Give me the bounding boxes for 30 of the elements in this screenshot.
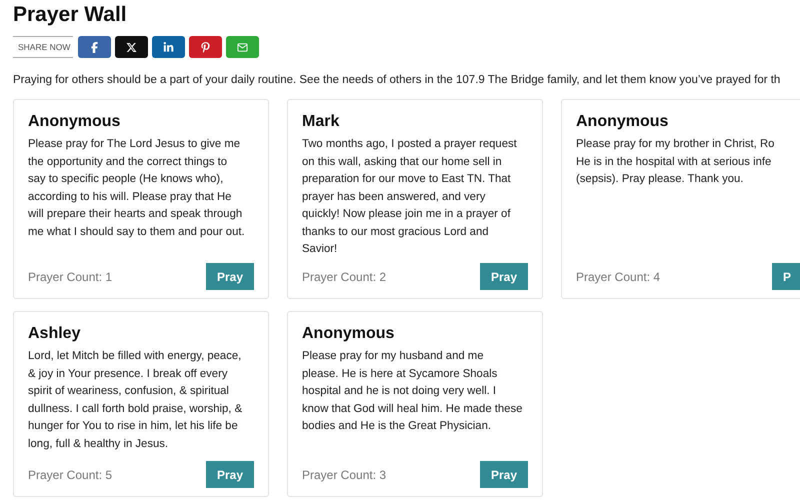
pray-button[interactable]: P: [772, 263, 800, 290]
prayer-text: Two months ago, I posted a prayer request on this wall, asking that our home sell in preparation for our move to East TN. That prayer has been answered, and very quickly! Now please join me in a prayer of thanks to our most gracious Lord and Savior!: [302, 137, 517, 257]
share-button[interactable]: [115, 36, 148, 58]
card-name: Anonymous: [28, 112, 120, 132]
prayer-count: Prayer Count: 5: [28, 466, 112, 484]
pinterest-icon: [200, 42, 211, 52]
prayer-count: Prayer Count: 1: [28, 268, 112, 286]
prayer-text: Please pray for my husband and me please. He is here at Sycamore Shoals hospital and he is not doing very well. I know that God will heal him. He made these bodies and He is the Great Physician.: [302, 349, 522, 434]
prayer-count: Prayer Count: 4: [576, 268, 660, 286]
pray-button[interactable]: Pray: [206, 461, 254, 488]
card-name: Mark: [302, 112, 340, 132]
linkedin-icon: [163, 42, 174, 52]
card-name: Ashley: [28, 324, 80, 344]
pray-button[interactable]: Pray: [480, 263, 528, 290]
facebook-icon: [89, 42, 100, 52]
prayer-count: Prayer Count: 2: [302, 268, 386, 286]
prayer-text: Please pray for my brother in Christ, Ro He is in the hospital with at serious infe (sepsis). Pray please. Thank you.: [576, 137, 774, 187]
prayer-text: Please pray for The Lord Jesus to give me the opportunity and the correct things to say to specific people (He knows who), according to his will. Please pray that He will prepare their hearts and speak through me what I should say to them and pour out.: [28, 137, 245, 240]
pray-button[interactable]: Pray: [480, 461, 528, 488]
page-title: Prayer Wall: [13, 3, 127, 27]
x-icon: [126, 42, 137, 52]
share-label: SHARE NOW: [13, 36, 73, 58]
share-button[interactable]: [152, 36, 185, 58]
intro-text: Praying for others should be a part of your daily routine. See the needs of others in the 107.9 The Bridge family, and let them know you’ve prayed for th: [13, 73, 780, 88]
pray-button[interactable]: Pray: [206, 263, 254, 290]
mail-icon: [237, 42, 248, 52]
prayer-text: Lord, let Mitch be filled with energy, peace, & joy in Your presence. I break off every spirit of weariness, confusion, & spiritual dullness. I call forth bold praise, worship, & hunger for You to rise in him, let his life be long, full & healthy in Jesus.: [28, 349, 242, 452]
card-name: Anonymous: [576, 112, 668, 132]
prayer-count: Prayer Count: 3: [302, 466, 386, 484]
card-name: Anonymous: [302, 324, 394, 344]
